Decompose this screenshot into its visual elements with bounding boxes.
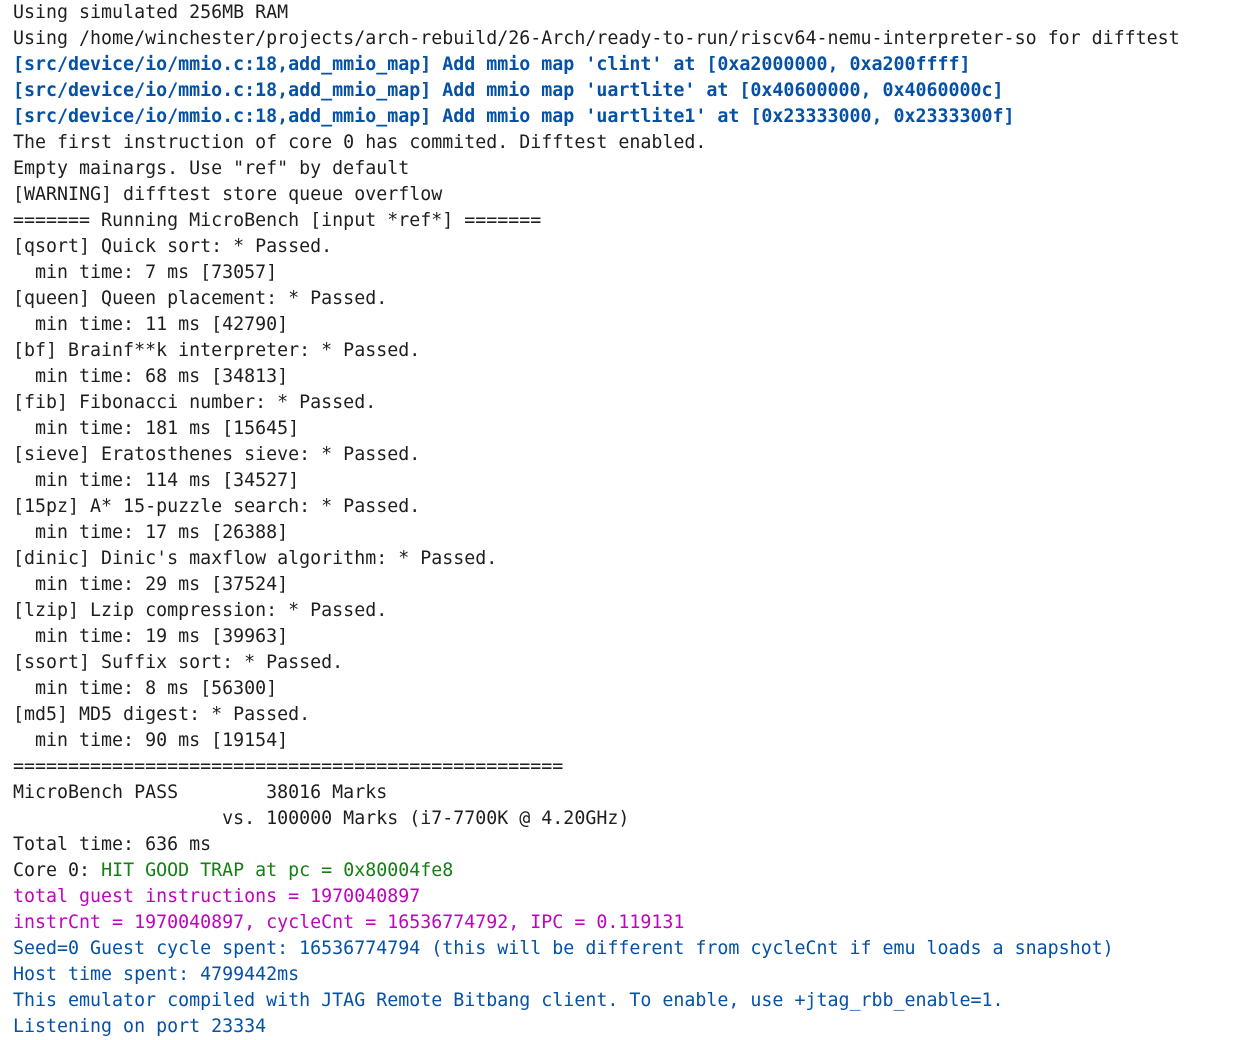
terminal-output: Using simulated 256MB RAM Using /home/win… [13,0,1180,1040]
terminal-line: total guest instructions = 1970040897 [13,886,421,907]
terminal-line: Listening on port 23334 [13,1016,267,1037]
terminal-line: instrCnt = 1970040897, cycleCnt = 165367… [13,912,685,933]
terminal-line: [qsort] Quick sort: * Passed. [13,236,333,257]
terminal-line: min time: 181 ms [15645] [13,418,300,439]
terminal-line: MicroBench PASS 38016 Marks [13,782,388,803]
terminal-line: [ssort] Suffix sort: * Passed. [13,652,344,673]
terminal-line: [lzip] Lzip compression: * Passed. [13,600,388,621]
terminal-line: min time: 11 ms [42790] [13,314,289,335]
terminal-line: min time: 19 ms [39963] [13,626,289,647]
terminal-line: [15pz] A* 15-puzzle search: * Passed. [13,496,421,517]
terminal-line-segment: Core 0: [13,860,102,881]
terminal-line: [src/device/io/mmio.c:18,add_mmio_map] A… [13,54,971,75]
terminal-line: min time: 29 ms [37524] [13,574,289,595]
terminal-line: ========================================… [13,756,564,777]
terminal-line: min time: 8 ms [56300] [13,678,278,699]
terminal-line: min time: 114 ms [34527] [13,470,300,491]
terminal-line: [sieve] Eratosthenes sieve: * Passed. [13,444,421,465]
terminal-line: Total time: 636 ms [13,834,212,855]
terminal-line: ======= Running MicroBench [input *ref*]… [13,210,542,231]
terminal-line: Seed=0 Guest cycle spent: 16536774794 (t… [13,938,1114,959]
terminal-line: vs. 100000 Marks (i7-7700K @ 4.20GHz) [13,808,630,829]
terminal-line: The first instruction of core 0 has comm… [13,132,707,153]
terminal-line: Core 0: HIT GOOD TRAP at pc = 0x80004fe8 [13,858,1180,884]
terminal-line: [bf] Brainf**k interpreter: * Passed. [13,340,421,361]
terminal-line: Host time spent: 4799442ms [13,964,300,985]
terminal-line-segment: HIT GOOD TRAP at pc = 0x80004fe8 [101,860,454,881]
terminal-line: [src/device/io/mmio.c:18,add_mmio_map] A… [13,80,1004,101]
terminal-line: [md5] MD5 digest: * Passed. [13,704,311,725]
terminal-line: [WARNING] difftest store queue overflow [13,184,443,205]
terminal-line: This emulator compiled with JTAG Remote … [13,990,1004,1011]
terminal-line: min time: 90 ms [19154] [13,730,289,751]
terminal-line: Using /home/winchester/projects/arch-reb… [13,28,1180,49]
terminal-line: min time: 68 ms [34813] [13,366,289,387]
terminal-line: Empty mainargs. Use "ref" by default [13,158,410,179]
terminal-line: [queen] Queen placement: * Passed. [13,288,388,309]
terminal-line: min time: 17 ms [26388] [13,522,289,543]
terminal-line: min time: 7 ms [73057] [13,262,278,283]
terminal-line: [fib] Fibonacci number: * Passed. [13,392,377,413]
terminal-line: [dinic] Dinic's maxflow algorithm: * Pas… [13,548,498,569]
terminal-line: Using simulated 256MB RAM [13,2,289,23]
terminal-line: [src/device/io/mmio.c:18,add_mmio_map] A… [13,106,1015,127]
